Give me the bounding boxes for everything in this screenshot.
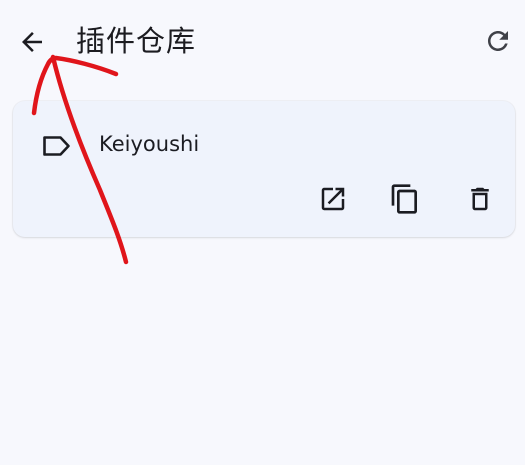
plugin-card[interactable]: Keiyoushi — [13, 101, 515, 237]
top-app-bar: 插件仓库 — [0, 0, 525, 84]
delete-button[interactable] — [462, 181, 498, 217]
refresh-icon — [488, 31, 508, 51]
delete-icon — [471, 187, 489, 211]
back-button[interactable] — [12, 22, 52, 62]
tag-icon — [43, 136, 70, 156]
refresh-button[interactable] — [478, 21, 518, 61]
copy-icon — [391, 184, 417, 214]
open-external-icon — [321, 187, 345, 211]
copy-button[interactable] — [387, 181, 423, 217]
page-title: 插件仓库 — [76, 24, 197, 58]
open-external-button[interactable] — [315, 181, 351, 217]
plugin-name: Keiyoushi — [99, 132, 200, 156]
arrow-left-icon — [22, 32, 42, 52]
